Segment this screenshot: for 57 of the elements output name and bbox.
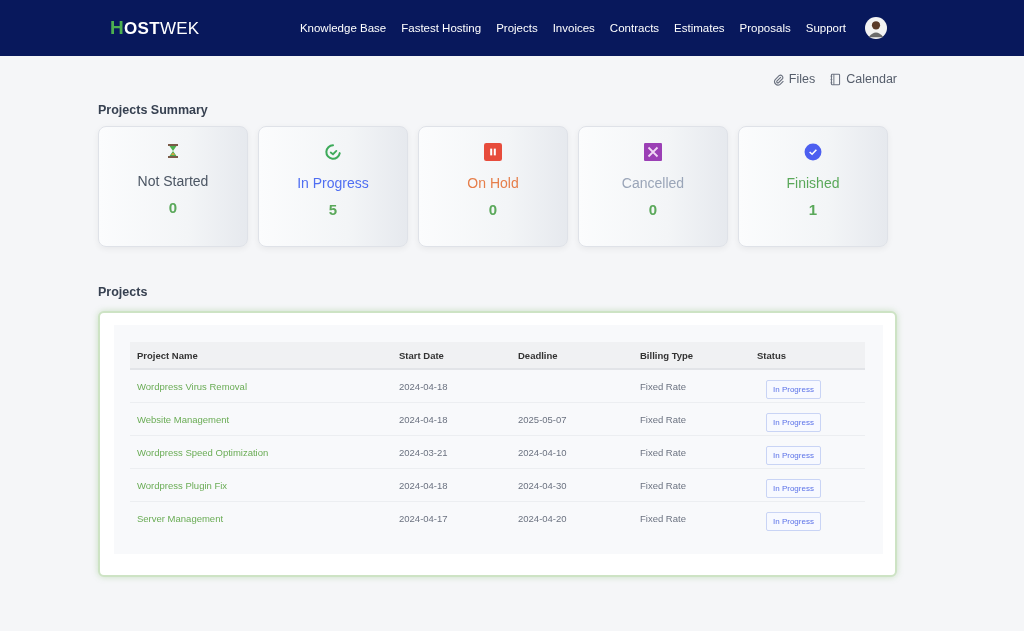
table-cell: 2024-04-18 bbox=[399, 413, 448, 425]
column-header: Start Date bbox=[392, 342, 511, 369]
table-cell: 2024-03-21 bbox=[399, 446, 448, 458]
status-card[interactable]: In Progress 5 bbox=[258, 126, 408, 247]
table-cell: Fixed Rate bbox=[640, 446, 686, 458]
table-cell: 2024-04-17 bbox=[399, 512, 448, 524]
nav-link[interactable]: Fastest Hosting bbox=[401, 22, 482, 34]
nav-link[interactable]: Contracts bbox=[609, 22, 660, 34]
status-label: Cancelled bbox=[621, 175, 685, 191]
status-count: 5 bbox=[328, 201, 338, 218]
check-circle-icon bbox=[804, 143, 822, 161]
table-cell: 2025-05-07 bbox=[518, 413, 567, 425]
status-card[interactable]: Not Started 0 bbox=[98, 126, 248, 247]
table-cell: Fixed Rate bbox=[640, 512, 686, 524]
table-cell: Fixed Rate bbox=[640, 413, 686, 425]
status-count: 0 bbox=[168, 199, 178, 216]
status-count: 0 bbox=[648, 201, 658, 218]
column-header: Deadline bbox=[511, 342, 633, 369]
nav-link[interactable]: Estimates bbox=[674, 22, 725, 34]
nav-link[interactable]: Projects bbox=[496, 22, 538, 34]
nav-link[interactable]: Knowledge Base bbox=[299, 22, 387, 34]
nav-link[interactable]: Invoices bbox=[552, 22, 595, 34]
status-count: 1 bbox=[808, 201, 818, 218]
status-badge: In Progress bbox=[766, 511, 821, 531]
section-title: Projects bbox=[98, 285, 149, 299]
column-header: Billing Type bbox=[633, 342, 750, 369]
table-cell: 2024-04-30 bbox=[518, 479, 567, 491]
table-cell: 2024-04-18 bbox=[399, 479, 448, 491]
table-cell: 2024-04-18 bbox=[399, 380, 448, 392]
logo[interactable]: HOSTWEK bbox=[110, 17, 200, 39]
paperclip-icon bbox=[771, 72, 785, 86]
status-badge: In Progress bbox=[766, 478, 821, 498]
column-header: Status bbox=[750, 342, 865, 369]
status-label: On Hold bbox=[467, 175, 519, 191]
notebook-icon bbox=[829, 72, 843, 86]
status-label: Not Started bbox=[137, 173, 209, 189]
status-label: Finished bbox=[786, 175, 840, 191]
status-badge: In Progress bbox=[766, 445, 821, 465]
status-badge: In Progress bbox=[766, 412, 821, 432]
clock-check-icon bbox=[324, 143, 342, 161]
column-header: Project Name bbox=[130, 342, 392, 369]
table-cell: Fixed Rate bbox=[640, 380, 686, 392]
status-label: In Progress bbox=[297, 175, 369, 191]
status-badge: In Progress bbox=[766, 379, 821, 399]
table-cell: 2024-04-10 bbox=[518, 446, 567, 458]
table-cell: 2024-04-20 bbox=[518, 512, 567, 524]
table-cell: Fixed Rate bbox=[640, 479, 686, 491]
close-icon bbox=[644, 143, 662, 161]
nav-link[interactable]: Support bbox=[805, 22, 846, 34]
pause-icon bbox=[484, 143, 502, 161]
avatar-icon[interactable] bbox=[865, 17, 887, 39]
status-count: 0 bbox=[488, 201, 498, 218]
nav-link[interactable]: Proposals bbox=[739, 22, 791, 34]
section-title: Projects Summary bbox=[98, 103, 209, 117]
files-link[interactable]: Files bbox=[771, 72, 816, 86]
calendar-link[interactable]: Calendar bbox=[829, 72, 897, 86]
hourglass-icon bbox=[165, 143, 181, 159]
